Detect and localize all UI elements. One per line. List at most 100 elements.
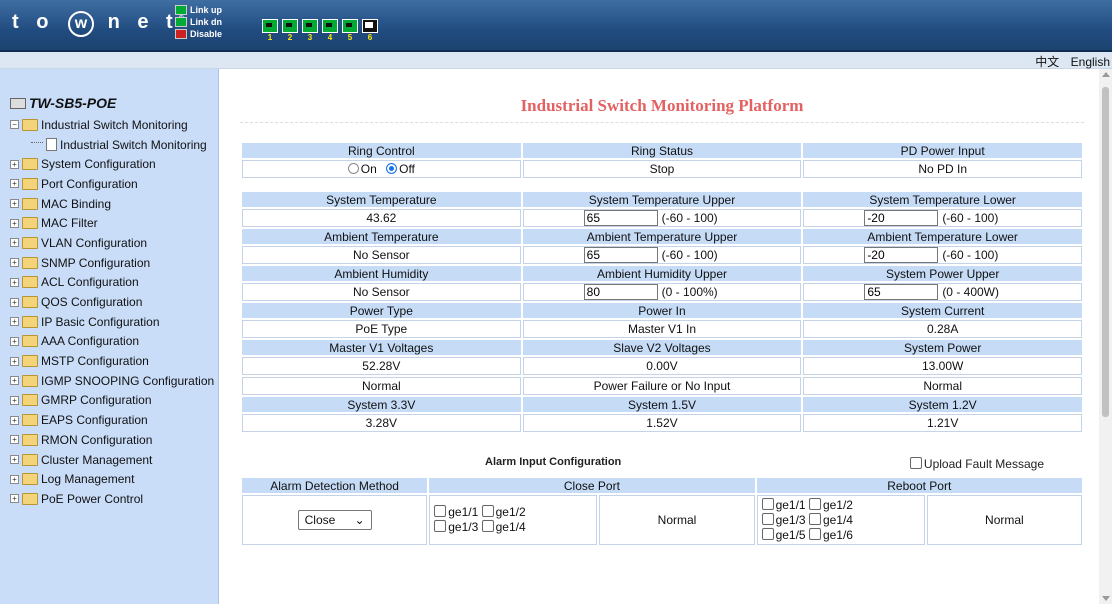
system-temperature-upper-cell: (-60 - 100) — [522, 209, 802, 227]
port-2[interactable]: 2 — [282, 19, 298, 45]
expand-icon[interactable]: + — [10, 277, 19, 287]
close-port-ge1-2-checkbox[interactable] — [481, 505, 494, 517]
sidebar-item-ip-basic-configuration[interactable]: + IP Basic Configuration — [10, 312, 214, 332]
page-scrollbar[interactable] — [1099, 69, 1112, 604]
port-4[interactable]: 4 — [322, 19, 338, 45]
scroll-up-icon[interactable] — [1102, 72, 1110, 77]
sidebar-item-qos-configuration[interactable]: + QOS Configuration — [10, 292, 214, 312]
expand-icon[interactable]: + — [10, 297, 19, 307]
expand-icon[interactable]: + — [10, 218, 19, 228]
ring-off-radio[interactable] — [386, 163, 398, 174]
system-3v3-header: System 3.3V — [242, 397, 521, 412]
sidebar-item-mac-binding[interactable]: + MAC Binding — [10, 194, 214, 214]
system-power-header: System Power — [803, 340, 1082, 355]
reboot-port-ge1-4-checkbox[interactable] — [808, 512, 821, 525]
sidebar-item-snmp-configuration[interactable]: + SNMP Configuration — [10, 253, 214, 273]
ambient-temperature-upper-header: Ambient Temperature Upper — [522, 229, 802, 244]
folder-icon — [22, 335, 38, 348]
sidebar-item-gmrp-configuration[interactable]: + GMRP Configuration — [10, 391, 214, 411]
close-port-ge1-1-checkbox[interactable] — [434, 505, 447, 517]
scroll-thumb[interactable] — [1102, 87, 1109, 417]
ethernet-port-icon — [302, 19, 318, 33]
reboot-port-ge1-2-checkbox[interactable] — [808, 497, 821, 510]
sidebar-item-label: Industrial Switch Monitoring — [60, 137, 207, 152]
system-power-upper-input[interactable] — [864, 284, 939, 300]
port-label: ge1/2 — [495, 505, 526, 519]
sidebar-item-poe-power-control[interactable]: + PoE Power Control — [10, 489, 214, 509]
ambient-humidity-upper-input[interactable] — [583, 284, 658, 300]
language-bar: 中文 English — [0, 52, 1112, 69]
sidebar-item-industrial-switch-monitoring[interactable]: − Industrial Switch Monitoring — [10, 115, 214, 135]
expand-icon[interactable]: + — [10, 376, 19, 386]
system-temperature-header: System Temperature — [242, 192, 521, 207]
close-port-ge1-4-checkbox[interactable] — [481, 520, 494, 532]
port-number: 2 — [287, 33, 293, 42]
expand-icon[interactable]: + — [10, 356, 19, 366]
expand-icon[interactable]: + — [10, 179, 19, 189]
lang-english-link[interactable]: English — [1071, 55, 1110, 69]
expand-icon[interactable]: + — [10, 395, 19, 405]
port-1[interactable]: 1 — [262, 19, 278, 45]
tree-root[interactable]: TW-SB5-POE — [10, 95, 116, 111]
ambient-temperature-upper-input[interactable] — [583, 247, 658, 263]
port-label: ge1/1 — [448, 505, 479, 519]
port-5[interactable]: 5 — [342, 19, 358, 45]
sidebar-item-vlan-configuration[interactable]: + VLAN Configuration — [10, 233, 214, 253]
upload-fault-message[interactable]: Upload Fault Message — [909, 457, 1044, 471]
close-port-ge1-3-checkbox[interactable] — [434, 520, 447, 532]
reboot-port-ge1-5-checkbox[interactable] — [761, 527, 774, 540]
alarm-method-value: Close — [304, 513, 336, 527]
alarm-method-select[interactable]: Close ⌄ — [297, 510, 372, 530]
slave-v2-status: Power Failure or No Input — [522, 377, 802, 395]
expand-icon[interactable]: + — [10, 159, 19, 169]
collapse-icon[interactable]: − — [10, 120, 19, 130]
sidebar-item-acl-configuration[interactable]: + ACL Configuration — [10, 273, 214, 293]
upload-fault-checkbox[interactable] — [909, 457, 922, 469]
sidebar-item-eaps-configuration[interactable]: + EAPS Configuration — [10, 410, 214, 430]
monitor-table: System Temperature System Temperature Up… — [240, 190, 1084, 434]
expand-icon[interactable]: + — [10, 199, 19, 209]
expand-icon[interactable]: + — [10, 258, 19, 268]
expand-icon[interactable]: + — [10, 415, 19, 425]
lang-chinese-link[interactable]: 中文 — [1035, 55, 1059, 69]
slave-v2-voltages-header: Slave V2 Voltages — [522, 340, 802, 355]
sidebar-item-port-configuration[interactable]: + Port Configuration — [10, 174, 214, 194]
folder-icon — [22, 414, 38, 427]
ring-on-radio[interactable] — [347, 163, 359, 174]
reboot-port-ge1-6-checkbox[interactable] — [808, 527, 821, 540]
expand-icon[interactable]: + — [10, 455, 19, 465]
sidebar-subitem-industrial-switch-monitoring[interactable]: Industrial Switch Monitoring — [10, 135, 214, 155]
system-temperature-lower-input[interactable] — [864, 210, 939, 226]
expand-icon[interactable]: + — [10, 317, 19, 327]
scroll-down-icon[interactable] — [1102, 596, 1110, 601]
sidebar-item-system-configuration[interactable]: + System Configuration — [10, 154, 214, 174]
folder-icon — [22, 315, 38, 328]
expand-icon[interactable]: + — [10, 336, 19, 346]
expand-icon[interactable]: + — [10, 435, 19, 445]
port-label: ge1/4 — [822, 512, 853, 527]
sidebar-item-log-management[interactable]: + Log Management — [10, 469, 214, 489]
port-3[interactable]: 3 — [302, 19, 318, 45]
reboot-port-ge1-1-checkbox[interactable] — [761, 497, 774, 510]
towNet-logo: t o w n e t® — [12, 11, 184, 37]
ambient-temperature-lower-input[interactable] — [864, 247, 939, 263]
system-power-status: Normal — [803, 377, 1082, 395]
alarm-method-cell: Close ⌄ — [242, 495, 428, 545]
folder-icon — [22, 492, 38, 505]
device-name: TW-SB5-POE — [29, 95, 117, 111]
ambient-temperature-header: Ambient Temperature — [242, 229, 521, 244]
system-temperature-upper-input[interactable] — [583, 210, 658, 226]
port-6[interactable]: 6 — [362, 19, 378, 45]
expand-icon[interactable]: + — [10, 238, 19, 248]
sidebar-item-mac-filter[interactable]: + MAC Filter — [10, 213, 214, 233]
sidebar-item-cluster-management[interactable]: + Cluster Management — [10, 450, 214, 470]
sidebar-item-rmon-configuration[interactable]: + RMON Configuration — [10, 430, 214, 450]
sidebar-item-label: VLAN Configuration — [41, 235, 148, 250]
sidebar-item-aaa-configuration[interactable]: + AAA Configuration — [10, 332, 214, 352]
sidebar-item-mstp-configuration[interactable]: + MSTP Configuration — [10, 351, 214, 371]
sidebar-item-igmp-snooping-configuration[interactable]: + IGMP SNOOPING Configuration — [10, 371, 214, 391]
reboot-port-ge1-3-checkbox[interactable] — [761, 512, 774, 525]
expand-icon[interactable]: + — [10, 474, 19, 484]
expand-icon[interactable]: + — [10, 494, 19, 504]
document-icon — [46, 138, 57, 152]
